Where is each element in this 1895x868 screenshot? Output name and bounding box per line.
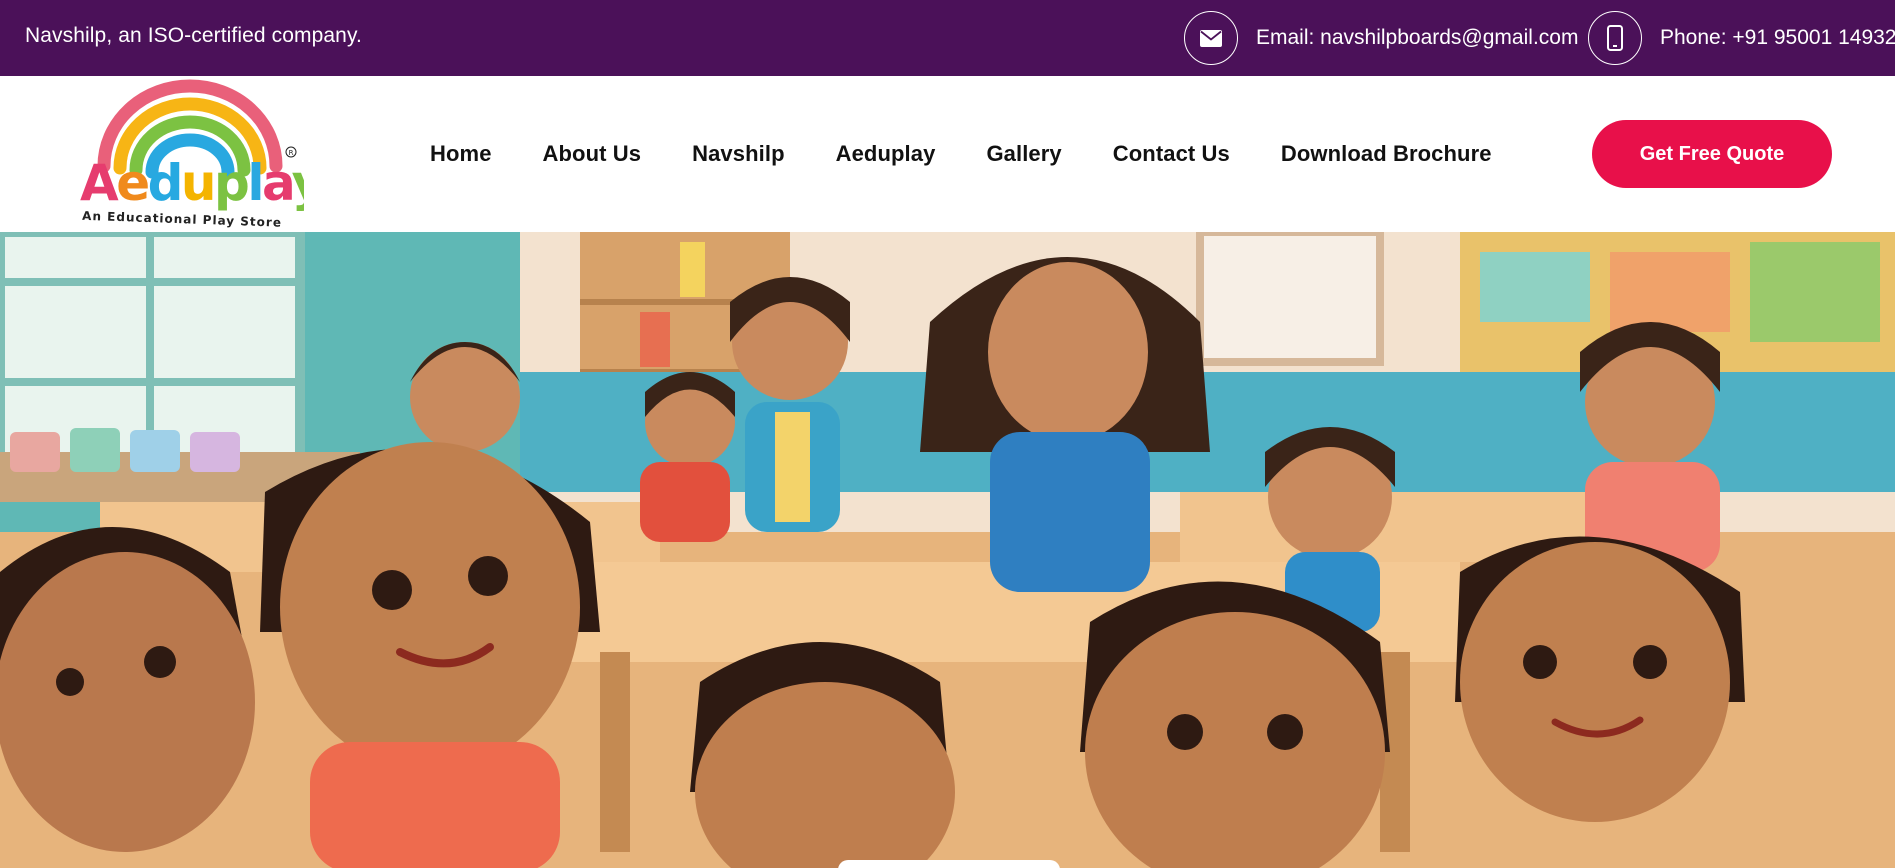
main-nav: Home About Us Navshilp Aeduplay Gallery … [430, 76, 1492, 232]
svg-text:R: R [289, 149, 294, 157]
envelope-icon [1184, 11, 1238, 65]
nav-download-brochure[interactable]: Download Brochure [1281, 141, 1492, 167]
nav-aeduplay[interactable]: Aeduplay [836, 141, 936, 167]
nav-navshilp[interactable]: Navshilp [692, 141, 785, 167]
phone-contact[interactable]: Phone: +91 95001 14932 [1588, 0, 1895, 76]
nav-gallery[interactable]: Gallery [986, 141, 1061, 167]
mobile-phone-icon [1588, 11, 1642, 65]
email-text[interactable]: Email: navshilpboards@gmail.com [1256, 26, 1578, 50]
svg-text:Aeduplay: Aeduplay [80, 154, 304, 212]
phone-text[interactable]: Phone: +91 95001 14932 [1660, 26, 1895, 50]
hero-classroom-image [0, 232, 1895, 868]
nav-contact-us[interactable]: Contact Us [1113, 141, 1230, 167]
nav-home[interactable]: Home [430, 141, 492, 167]
email-contact[interactable]: Email: navshilpboards@gmail.com [1184, 0, 1578, 76]
site-header: Aeduplay R An Educational Play Store Hom… [0, 76, 1895, 232]
aeduplay-logo[interactable]: Aeduplay R An Educational Play Store [76, 78, 326, 230]
get-free-quote-button[interactable]: Get Free Quote [1592, 120, 1832, 188]
nav-about-us[interactable]: About Us [543, 141, 642, 167]
top-contact-bar: Navshilp, an ISO-certified company. Emai… [0, 0, 1895, 76]
company-tagline: Navshilp, an ISO-certified company. [25, 24, 362, 47]
